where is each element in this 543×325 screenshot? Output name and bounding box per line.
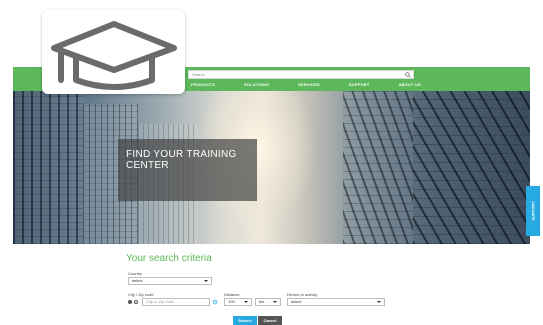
- nav-solutions[interactable]: SOLUTIONS: [244, 82, 269, 89]
- distance-unit-select[interactable]: km: [255, 298, 281, 306]
- graduation-cap-icon: [51, 21, 177, 90]
- search-button[interactable]: Search: [233, 316, 257, 325]
- country-label: Country: [128, 271, 143, 276]
- country-select[interactable]: select: [128, 277, 212, 285]
- search-placeholder: Search: [192, 72, 205, 77]
- hero-title-box: FIND YOUR TRAINING CENTER: [118, 139, 257, 201]
- chevron-down-icon: [244, 301, 248, 303]
- hero-title-line2: CENTER: [126, 160, 169, 171]
- distance-select[interactable]: 100: [224, 298, 252, 306]
- device-select[interactable]: select: [287, 298, 385, 306]
- search-criteria-title: Your search criteria: [126, 253, 212, 264]
- device-label: Device or activity: [287, 292, 318, 297]
- hero-building: [343, 91, 413, 244]
- nav-support[interactable]: SUPPORT: [349, 82, 370, 89]
- distance-label: Distance: [224, 292, 240, 297]
- chevron-down-icon: [273, 301, 277, 303]
- locate-icon[interactable]: [212, 299, 218, 305]
- support-side-tab[interactable]: SUPPORT: [526, 186, 540, 236]
- city-zip-placeholder: City or Zip code: [146, 299, 175, 304]
- city-zip-input[interactable]: City or Zip code: [142, 298, 210, 306]
- nav-products[interactable]: PRODUCTS: [191, 82, 215, 89]
- distance-select-value: 100: [228, 299, 235, 304]
- nav-services[interactable]: SERVICES: [298, 82, 320, 89]
- chevron-down-icon: [377, 301, 381, 303]
- city-label: City / Zip code: [128, 292, 154, 297]
- country-select-value: select: [132, 278, 143, 283]
- chevron-down-icon: [204, 280, 208, 282]
- device-select-value: select: [291, 299, 302, 304]
- distance-unit-value: km: [259, 299, 265, 304]
- hero-building: [13, 91, 83, 244]
- cancel-button[interactable]: Cancel: [258, 316, 282, 325]
- graduation-cap-logo: [42, 10, 185, 94]
- search-icon[interactable]: [405, 72, 411, 78]
- nav-about-us[interactable]: ABOUT US: [398, 82, 421, 89]
- hero-title-line1: FIND YOUR TRAINING: [126, 149, 237, 160]
- hero-banner: FIND YOUR TRAINING CENTER: [13, 91, 530, 244]
- hero-building: [413, 91, 530, 244]
- search-input[interactable]: Search: [188, 70, 414, 79]
- main-nav: PRODUCTS SOLUTIONS SERVICES SUPPORT ABOU…: [191, 82, 421, 89]
- support-tab-label: SUPPORT: [530, 201, 536, 221]
- radio-zip[interactable]: [134, 300, 138, 304]
- radio-city[interactable]: [128, 300, 132, 304]
